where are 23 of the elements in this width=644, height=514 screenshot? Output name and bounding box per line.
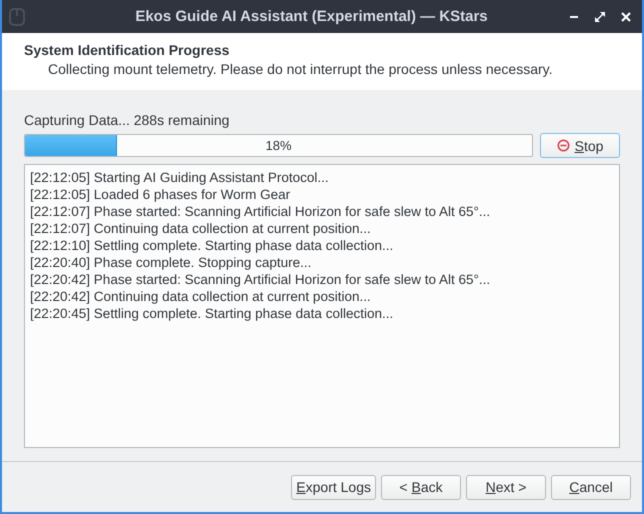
log-line: [22:12:05] Loaded 6 phases for Worm Gear [30, 186, 292, 203]
log-line: [22:12:07] Phase started: Scanning Artificial Horizon for safe slew to Alt 65°... [30, 203, 492, 220]
dialog-button[interactable]: Next > [466, 474, 546, 500]
log-line: [22:20:40] Phase complete. Stopping capture... [30, 254, 312, 271]
dialog-button[interactable]: Cancel [551, 474, 631, 500]
dialog-button[interactable]: < Back [381, 474, 461, 500]
page-title: System Identification Progress [24, 42, 230, 58]
dialog-button[interactable]: Export Logs [291, 474, 376, 500]
log-line: [22:20:45] Settling complete. Starting phase data collection... [30, 305, 394, 322]
page-subtitle: Collecting mount telemetry. Please do not interrupt the process unless necessary. [47, 61, 554, 77]
stop-button[interactable]: Stop [540, 133, 620, 158]
log-line: [22:20:42] Continuing data collection at current position... [30, 288, 372, 305]
stop-icon [556, 139, 570, 152]
log-line: [22:20:42] Phase started: Scanning Artificial Horizon for safe slew to Alt 65°... [30, 271, 492, 288]
log-line: [22:12:05] Starting AI Guiding Assistant Protocol... [30, 169, 330, 186]
window-title: Ekos Guide AI Assistant (Experimental) — KStars [134, 8, 489, 25]
log-line: [22:12:10] Settling complete. Starting phase data collection... [30, 237, 394, 254]
progress-label: 18% [265, 138, 292, 153]
close-icon[interactable] [620, 10, 632, 22]
log-line: [22:12:07] Continuing data collection at current position... [30, 220, 372, 237]
maximize-icon[interactable] [594, 10, 606, 22]
status-text: Capturing Data... 288s remaining [24, 112, 230, 128]
app-icon [9, 8, 25, 26]
